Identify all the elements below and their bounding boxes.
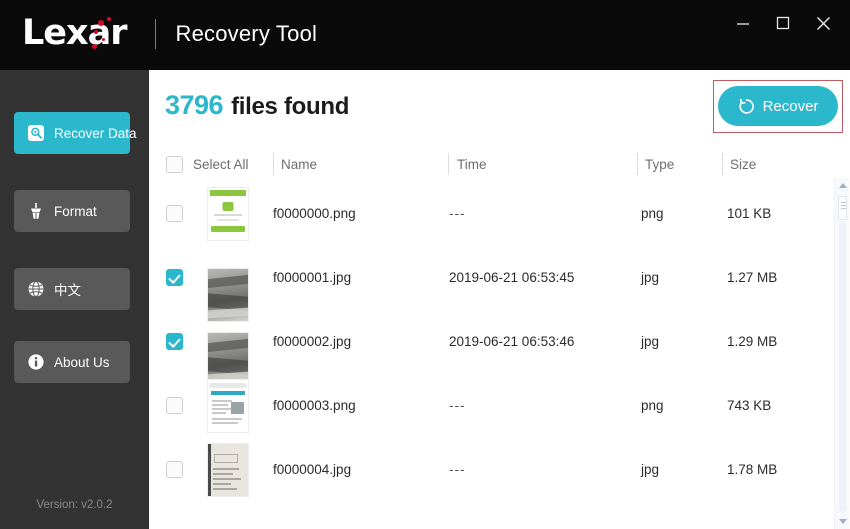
app-title: Recovery Tool — [175, 20, 318, 46]
select-all-checkbox-wrap[interactable] — [166, 156, 183, 173]
table-row[interactable]: f0000003.png --- png 743 KB — [149, 374, 850, 438]
globe-icon — [26, 280, 45, 299]
logo-dot-icon — [107, 17, 111, 21]
minimize-icon[interactable] — [732, 12, 754, 34]
disk-search-icon — [26, 124, 45, 143]
sidebar-item-recover-data[interactable]: Recover Data — [14, 112, 137, 154]
row-checkbox[interactable] — [166, 205, 183, 222]
cell-name: f0000004.jpg — [273, 462, 352, 477]
files-found-count: 3796 — [165, 90, 224, 120]
files-found-heading: 3796 files found — [165, 90, 349, 121]
refresh-circle-icon — [739, 98, 754, 114]
sidebar-item-label: Format — [54, 203, 97, 219]
column-header-type[interactable]: Type — [645, 157, 674, 172]
cell-time: --- — [449, 398, 466, 413]
logo: Lexar Recovery Tool — [22, 16, 317, 51]
info-icon — [26, 353, 45, 372]
column-divider — [722, 153, 723, 175]
files-found-label: files found — [231, 93, 350, 120]
maximize-icon[interactable] — [772, 12, 794, 34]
cell-size: 1.27 MB — [727, 270, 778, 285]
sidebar-item-about-us[interactable]: About Us — [14, 341, 130, 383]
logo-divider — [154, 18, 156, 49]
vertical-scrollbar[interactable] — [834, 178, 849, 529]
main-panel: 3796 files found Recover Select All Name… — [149, 70, 850, 529]
column-header-name[interactable]: Name — [281, 157, 317, 172]
table-row[interactable]: f0000002.jpg 2019-06-21 06:53:46 jpg 1.2… — [149, 310, 850, 386]
table-row[interactable]: f0000001.jpg 2019-06-21 06:53:45 jpg 1.2… — [149, 246, 850, 322]
sidebar-item-format[interactable]: Format — [14, 190, 130, 232]
version-label: Version: v2.0.2 — [36, 499, 113, 511]
cell-size: 743 KB — [727, 398, 772, 413]
table-row[interactable]: f0000000.png --- png 101 KB — [149, 182, 850, 246]
cell-type: jpg — [641, 270, 660, 285]
cell-type: png — [641, 398, 664, 413]
cell-type: jpg — [641, 334, 660, 349]
sidebar-item-label: Recover Data — [54, 125, 137, 141]
scrollbar-thumb[interactable] — [838, 196, 847, 220]
logo-dot-icon — [98, 20, 104, 26]
recover-button[interactable]: Recover — [718, 86, 838, 126]
cell-name: f0000003.png — [273, 398, 356, 413]
row-checkbox[interactable] — [166, 269, 183, 286]
cell-type: png — [641, 206, 664, 221]
column-header-size[interactable]: Size — [730, 157, 756, 172]
column-header-time[interactable]: Time — [457, 157, 487, 172]
recover-button-label: Recover — [762, 97, 819, 115]
title-bar: Lexar Recovery Tool — [0, 0, 850, 70]
sidebar: Recover Data Format 中文 About Us Version:… — [0, 70, 149, 529]
sidebar-item-label: 中文 — [54, 283, 81, 298]
column-header-select-all[interactable]: Select All — [193, 157, 249, 172]
file-thumbnail — [207, 443, 249, 497]
close-icon[interactable] — [812, 12, 834, 34]
table-header: Select All Name Time Type Size — [149, 150, 850, 182]
cell-time: --- — [449, 462, 466, 477]
file-list: f0000000.png --- png 101 KB f0000001.jpg… — [149, 182, 850, 529]
cell-name: f0000001.jpg — [273, 270, 352, 285]
row-checkbox[interactable] — [166, 461, 183, 478]
brand-logo-text: Lexar — [22, 13, 127, 53]
scroll-down-icon[interactable] — [835, 514, 850, 529]
column-divider — [273, 153, 274, 175]
file-thumbnail — [207, 379, 249, 433]
column-divider — [637, 153, 638, 175]
window-controls — [732, 12, 834, 34]
cell-type: jpg — [641, 462, 660, 477]
app-window: Lexar Recovery Tool Recover Data Format … — [0, 0, 850, 529]
row-checkbox[interactable] — [166, 397, 183, 414]
cell-name: f0000000.png — [273, 206, 356, 221]
logo-dot-icon — [94, 30, 98, 34]
cell-size: 1.78 MB — [727, 462, 778, 477]
brush-icon — [26, 202, 45, 221]
cell-size: 1.29 MB — [727, 334, 778, 349]
logo-dot-icon — [92, 44, 97, 49]
cell-time: --- — [449, 206, 466, 221]
column-divider — [448, 153, 449, 175]
scroll-up-icon[interactable] — [835, 178, 850, 193]
sidebar-item-language[interactable]: 中文 — [14, 268, 130, 310]
file-thumbnail — [207, 187, 249, 241]
table-row[interactable]: f0000004.jpg --- jpg 1.78 MB — [149, 438, 850, 502]
sidebar-item-label: About Us — [54, 354, 110, 370]
cell-size: 101 KB — [727, 206, 772, 221]
row-checkbox[interactable] — [166, 333, 183, 350]
cell-time: 2019-06-21 06:53:46 — [449, 334, 575, 349]
scrollbar-track[interactable] — [839, 222, 846, 512]
cell-time: 2019-06-21 06:53:45 — [449, 270, 575, 285]
logo-dot-icon — [102, 38, 105, 41]
select-all-checkbox[interactable] — [166, 156, 183, 173]
cell-name: f0000002.jpg — [273, 334, 352, 349]
